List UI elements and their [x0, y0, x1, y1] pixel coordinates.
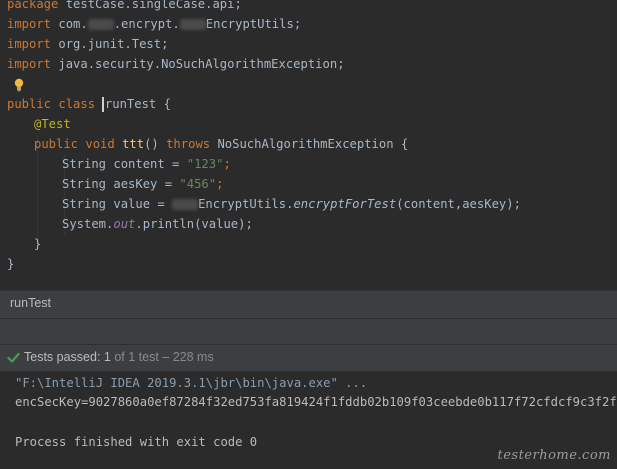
- code-line-import-exception: import java.security.NoSuchAlgorithmExce…: [7, 57, 345, 71]
- test-status-bar: Tests passed: 1 of 1 test – 228 ms: [0, 344, 617, 372]
- redacted-text: [179, 19, 206, 30]
- code-line-package: package testCase.singleCase.api;: [7, 0, 242, 11]
- code-line-println: System.out.println(value);: [62, 217, 253, 231]
- console-line-output: encSecKey=9027860a0ef87284f32ed753fa8194…: [15, 395, 617, 409]
- watermark: testerhome.com: [497, 448, 611, 463]
- console-line-exit: Process finished with exit code 0: [15, 435, 258, 449]
- tests-passed-status: Tests passed: 1 of 1 test – 228 ms: [24, 350, 214, 364]
- code-line-import-test: import org.junit.Test;: [7, 37, 169, 51]
- code-line-aeskey: String aesKey = "456";: [62, 177, 224, 191]
- code-line-method-decl: public void ttt() throws NoSuchAlgorithm…: [34, 137, 409, 151]
- console-line-command[interactable]: "F:\IntelliJ IDEA 2019.3.1\jbr\bin\java.…: [15, 373, 367, 393]
- code-line-class-decl: public class runTest {: [7, 97, 171, 112]
- text-caret: [102, 97, 104, 112]
- redacted-text: [172, 199, 199, 210]
- run-panel-header: runTest: [0, 290, 617, 319]
- run-toolbar: [0, 318, 617, 345]
- redacted-text: [87, 19, 114, 30]
- run-tab-runtest[interactable]: runTest: [10, 296, 51, 310]
- code-line-class-close: }: [7, 257, 15, 271]
- code-line-import-encryptutils: import com. .encrypt. EncryptUtils;: [7, 17, 302, 31]
- code-line-method-close: }: [34, 237, 42, 251]
- check-icon: [7, 352, 20, 363]
- code-editor[interactable]: package testCase.singleCase.api; import …: [0, 0, 617, 290]
- code-line-value: String value = EncryptUtils.encryptForTe…: [62, 197, 521, 211]
- code-line-content: String content = "123";: [62, 157, 231, 171]
- console-output[interactable]: "F:\IntelliJ IDEA 2019.3.1\jbr\bin\java.…: [0, 371, 617, 469]
- intention-bulb-icon[interactable]: [14, 78, 24, 92]
- code-line-annotation: @Test: [34, 117, 71, 131]
